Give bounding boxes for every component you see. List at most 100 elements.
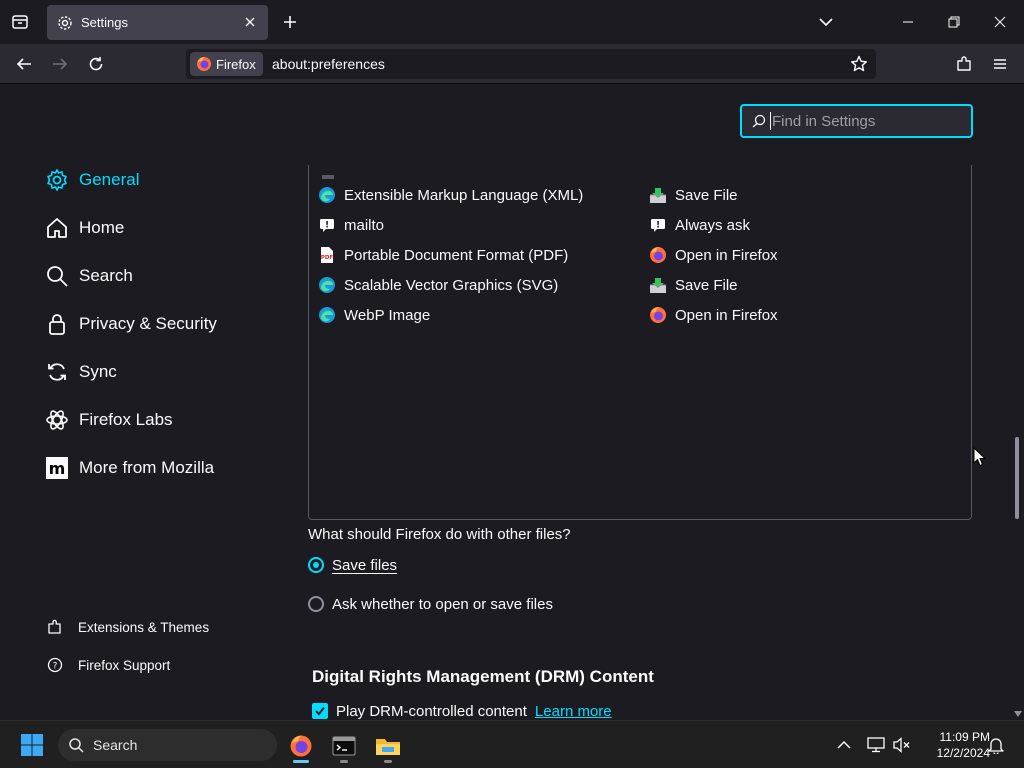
triangle-down-icon: [1014, 711, 1022, 717]
navigation-toolbar: Firefox about:preferences: [0, 44, 1024, 84]
extensions-button[interactable]: [952, 52, 976, 76]
url-bar[interactable]: Firefox about:preferences: [186, 49, 876, 79]
scroll-down-arrow[interactable]: [1013, 709, 1023, 719]
list-item[interactable]: ! mailto! Always ask: [318, 210, 958, 240]
category-privacy-security[interactable]: Privacy & Security: [44, 309, 217, 339]
category-sync[interactable]: Sync: [44, 357, 117, 387]
bell-icon: [988, 738, 1004, 754]
radio-checked-icon: [308, 557, 324, 573]
action-label: Save File: [675, 186, 738, 204]
taskbar-search[interactable]: Search: [58, 729, 277, 761]
taskbar-clock[interactable]: 11:09 PM 12/2/2024: [920, 729, 990, 761]
category-firefox-labs[interactable]: Firefox Labs: [44, 405, 173, 435]
action-label: Open in Firefox: [675, 306, 778, 324]
reload-button[interactable]: [84, 52, 108, 76]
active-indicator: [293, 760, 309, 763]
taskbar-terminal[interactable]: [324, 729, 364, 763]
scrollbar-thumb[interactable]: [1015, 437, 1019, 519]
content-type-label: Extensible Markup Language (XML): [344, 186, 584, 204]
learn-more-link[interactable]: Learn more: [535, 703, 612, 720]
svg-text:!: !: [656, 221, 660, 231]
list-item[interactable]: PDF Portable Document Format (PDF) Open in…: [318, 240, 958, 270]
list-item[interactable]: Scalable Vector Graphics (SVG) Save File: [318, 270, 958, 300]
action-dropdown[interactable]: Save File: [649, 186, 738, 204]
help-icon: ?: [46, 656, 64, 674]
checkmark-icon: [315, 706, 325, 716]
tab-bar: Settings: [0, 0, 1024, 44]
preferences-content: Find in Settings General Home Search Pri…: [0, 85, 1024, 722]
ask-icon: !: [318, 216, 336, 234]
network-icon-button[interactable]: [866, 735, 886, 755]
footer-link-label: Extensions & Themes: [78, 619, 210, 635]
extensions-themes-link[interactable]: Extensions & Themes: [46, 617, 209, 637]
clock-date: 12/2/2024: [936, 746, 990, 760]
scrollbar[interactable]: [1012, 85, 1024, 722]
home-icon: [44, 215, 70, 241]
svg-text:!: !: [325, 221, 329, 231]
category-label: Privacy & Security: [79, 314, 217, 333]
minimize-button[interactable]: [898, 12, 918, 32]
forward-button[interactable]: [48, 52, 72, 76]
text-caret: [770, 112, 771, 130]
action-dropdown[interactable]: Open in Firefox: [649, 246, 778, 264]
clock-time: 11:09 PM: [939, 730, 990, 744]
back-arrow-icon: [16, 58, 31, 70]
url-text[interactable]: about:preferences: [272, 56, 385, 72]
windows-taskbar: Search 11:09 PM 12/2/2024: [0, 720, 1024, 768]
firefox-view-button[interactable]: [8, 10, 32, 34]
drm-checkbox-row[interactable]: Play DRM-controlled content Learn more: [312, 701, 612, 721]
list-item[interactable]: WebP Image Open in Firefox: [318, 300, 958, 330]
action-dropdown[interactable]: Save File: [649, 276, 738, 294]
close-window-button[interactable]: [990, 12, 1010, 32]
taskbar-search-label: Search: [93, 737, 138, 753]
lock-icon: [44, 311, 70, 337]
chevron-up-icon: [837, 740, 851, 749]
category-general[interactable]: General: [44, 165, 139, 195]
volume-icon-button[interactable]: [892, 735, 912, 755]
category-label: General: [79, 170, 140, 189]
puzzle-icon: [957, 56, 971, 71]
bookmark-star-icon[interactable]: [850, 55, 868, 73]
taskbar-firefox[interactable]: [281, 729, 321, 763]
restore-button[interactable]: [944, 12, 964, 32]
identity-box[interactable]: Firefox: [190, 52, 263, 76]
pdf-icon: PDF: [318, 246, 336, 264]
list-item[interactable]: Extensible Markup Language (XML) Save Fil…: [318, 180, 958, 210]
drm-checkbox[interactable]: [312, 703, 328, 719]
radio-label: Ask whether to open or save files: [332, 595, 553, 613]
close-icon: [994, 16, 1006, 28]
ask-files-radio[interactable]: Ask whether to open or save files: [308, 593, 553, 615]
content-type-cell: WebP Image: [318, 306, 430, 324]
tab-title: Settings: [81, 15, 128, 30]
footer-link-label: Firefox Support: [78, 657, 171, 673]
tab-settings[interactable]: Settings: [47, 5, 268, 40]
save-files-radio[interactable]: Save files: [308, 554, 397, 576]
back-button[interactable]: [12, 52, 36, 76]
firefox-support-link[interactable]: ? Firefox Support: [46, 655, 170, 675]
menu-button[interactable]: [988, 52, 1012, 76]
show-hidden-icons-button[interactable]: [834, 735, 854, 755]
running-indicator: [340, 760, 348, 763]
content-type-cell: Extensible Markup Language (XML): [318, 186, 583, 204]
close-tab-button[interactable]: [242, 14, 258, 30]
running-indicator: [384, 760, 392, 763]
list-all-tabs-button[interactable]: [816, 12, 836, 32]
find-in-settings-input[interactable]: Find in Settings: [740, 104, 973, 138]
content-type-cell: Scalable Vector Graphics (SVG): [318, 276, 558, 294]
drm-checkbox-label: Play DRM-controlled content: [336, 702, 527, 720]
chevron-down-icon: [819, 18, 833, 27]
category-more-from-mozilla[interactable]: m More from Mozilla: [44, 453, 214, 483]
content-type-cell: PDF Portable Document Format (PDF): [318, 246, 568, 264]
terminal-icon: [332, 736, 356, 756]
minimize-icon: [903, 21, 913, 23]
category-search[interactable]: Search: [44, 261, 133, 291]
new-tab-button[interactable]: [280, 12, 300, 32]
windows-start-icon[interactable]: [20, 733, 44, 757]
taskbar-file-explorer[interactable]: [368, 729, 408, 763]
notifications-button[interactable]: [986, 735, 1006, 755]
action-dropdown[interactable]: Open in Firefox: [649, 306, 778, 324]
flask-icon: [44, 407, 70, 433]
action-dropdown[interactable]: ! Always ask: [649, 216, 750, 234]
category-home[interactable]: Home: [44, 213, 124, 243]
reload-icon: [89, 57, 103, 71]
